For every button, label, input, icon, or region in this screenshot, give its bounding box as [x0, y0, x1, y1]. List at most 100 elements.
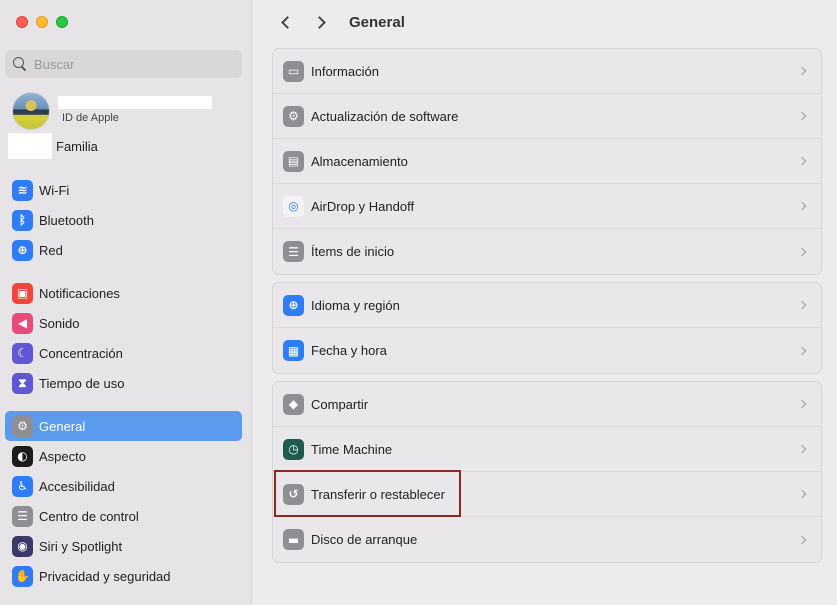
chevron-right-icon [797, 66, 807, 76]
globe-icon: ⊕ [283, 294, 304, 316]
sidebar-item-centro-de-control[interactable]: ☰ Centro de control [5, 501, 242, 531]
software-update-icon: ⚙ [283, 105, 304, 127]
reset-icon: ↺ [283, 483, 304, 505]
sidebar-item-notificaciones[interactable]: ▣ Notificaciones [5, 278, 242, 308]
settings-group-locale: ⊕ Idioma y región ▦ Fecha y hora [272, 282, 822, 374]
share-icon: ◆ [283, 393, 304, 415]
sidebar-notifications-group: ▣ Notificaciones ◀ Sonido ☾ Concentración ⧗ Tie… [5, 278, 242, 398]
sidebar-item-general[interactable]: ⚙ General [5, 411, 242, 441]
settings-row-informacion[interactable]: ▭ Información [273, 49, 821, 94]
forward-button[interactable] [309, 11, 333, 35]
sidebar-item-label: Siri y Spotlight [39, 538, 123, 554]
settings-row-label: Actualización de software [311, 108, 459, 124]
sidebar-item-bluetooth[interactable]: ᛒ Bluetooth [5, 205, 242, 235]
sidebar-item-label: Bluetooth [39, 212, 94, 228]
search-placeholder: Buscar [34, 56, 75, 72]
sidebar-item-label: Tiempo de uso [39, 375, 125, 391]
apple-id-account[interactable]: ID de Apple [12, 92, 212, 130]
minimize-window-button[interactable] [36, 16, 48, 28]
redacted-family-icon [8, 133, 52, 159]
list-icon: ☰ [283, 241, 304, 262]
sidebar-item-label: Concentración [39, 345, 123, 361]
sidebar-item-privacidad-y-seguridad[interactable]: ✋ Privacidad y seguridad [5, 561, 242, 591]
settings-row-label: Time Machine [311, 441, 393, 457]
sidebar-item-tiempo-de-uso[interactable]: ⧗ Tiempo de uso [5, 368, 242, 398]
bluetooth-icon: ᛒ [12, 209, 33, 231]
speaker-icon: ◀ [12, 312, 33, 334]
family-item[interactable]: Familia [8, 133, 98, 159]
chevron-right-icon [797, 399, 807, 409]
sidebar-item-wi-fi[interactable]: ≋ Wi-Fi [5, 175, 242, 205]
settings-row-items-de-inicio[interactable]: ☰ Ítems de inicio [273, 229, 821, 274]
sidebar-item-red[interactable]: ⊕ Red [5, 235, 242, 265]
settings-group-info: ▭ Información ⚙ Actualización de software ▤ A… [272, 48, 822, 275]
sidebar-item-label: Wi-Fi [39, 182, 70, 198]
chevron-right-icon [797, 535, 807, 544]
storage-icon: ▤ [283, 150, 304, 172]
back-button[interactable] [273, 11, 297, 35]
calendar-clock-icon: ▦ [283, 340, 304, 361]
settings-row-time-machine[interactable]: ◷ Time Machine [273, 427, 821, 472]
toolbar: General [253, 0, 837, 45]
apple-id-label: ID de Apple [62, 112, 119, 124]
sidebar-item-label: Sonido [39, 315, 80, 331]
settings-row-airdrop-y-handoff[interactable]: ◎ AirDrop y Handoff [273, 184, 821, 229]
sidebar-item-label: Privacidad y seguridad [39, 568, 171, 584]
chevron-right-icon [797, 247, 807, 256]
system-settings-window: Buscar ID de Apple Familia ≋ Wi-Fi ᛒ Blueto… [0, 0, 837, 605]
sidebar-item-aspecto[interactable]: ◐ Aspecto [5, 441, 242, 471]
chevron-right-icon [797, 201, 807, 211]
search-icon [12, 56, 28, 72]
page-title: General [349, 14, 405, 31]
moon-icon: ☾ [12, 342, 33, 364]
family-label: Familia [56, 138, 98, 154]
settings-row-label: Fecha y hora [311, 343, 387, 358]
settings-row-label: Información [311, 63, 379, 79]
hand-icon: ✋ [12, 565, 33, 587]
settings-row-label: Ítems de inicio [311, 244, 395, 259]
settings-row-fecha-y-hora[interactable]: ▦ Fecha y hora [273, 328, 821, 373]
airdrop-icon: ◎ [283, 195, 304, 217]
time-machine-icon: ◷ [283, 438, 304, 460]
search-input[interactable]: Buscar [5, 50, 242, 78]
settings-row-actualizacion-de-software[interactable]: ⚙ Actualización de software [273, 94, 821, 139]
chevron-left-icon [280, 16, 294, 29]
settings-row-transferir-o-restablecer[interactable]: ↺ Transferir o restablecer [273, 472, 821, 517]
sidebar-item-label: Aspecto [39, 448, 86, 464]
settings-row-label: Almacenamiento [311, 153, 408, 169]
settings-group-system: ◆ Compartir ◷ Time Machine ↺ Transferir o res… [272, 381, 822, 563]
sidebar-item-sonido[interactable]: ◀ Sonido [5, 308, 242, 338]
chevron-right-icon [797, 346, 807, 355]
chevron-right-icon [797, 444, 807, 454]
sidebar-system-group: ⚙ General ◐ Aspecto ♿ Accesibilidad ☰ Centro de… [5, 411, 242, 591]
settings-row-label: Transferir o restablecer [311, 486, 445, 502]
sidebar-network-group: ≋ Wi-Fi ᛒ Bluetooth ⊕ Red [5, 175, 242, 265]
siri-icon: ◉ [12, 535, 33, 557]
settings-row-compartir[interactable]: ◆ Compartir [273, 382, 821, 427]
settings-row-label: AirDrop y Handoff [311, 198, 415, 214]
bell-icon: ▣ [12, 282, 33, 304]
chevron-right-icon [797, 489, 807, 499]
window-controls [16, 16, 68, 28]
info-icon: ▭ [283, 60, 304, 82]
chevron-right-icon [312, 16, 326, 29]
settings-row-idioma-y-region[interactable]: ⊕ Idioma y región [273, 283, 821, 328]
chevron-right-icon [797, 156, 807, 166]
gear-icon: ⚙ [12, 415, 33, 437]
wifi-icon: ≋ [12, 179, 33, 201]
close-window-button[interactable] [16, 16, 28, 28]
settings-row-almacenamiento[interactable]: ▤ Almacenamiento [273, 139, 821, 184]
sidebar-item-siri-y-spotlight[interactable]: ◉ Siri y Spotlight [5, 531, 242, 561]
sidebar-item-label: Accesibilidad [39, 478, 115, 494]
settings-row-label: Disco de arranque [311, 532, 418, 547]
sidebar-item-accesibilidad[interactable]: ♿ Accesibilidad [5, 471, 242, 501]
redacted-account-name [58, 96, 212, 109]
settings-row-label: Idioma y región [311, 297, 400, 313]
main-content: General ▭ Información ⚙ Actualización de so… [253, 0, 837, 605]
sidebar-item-concentracion[interactable]: ☾ Concentración [5, 338, 242, 368]
avatar [12, 92, 50, 130]
zoom-window-button[interactable] [56, 16, 68, 28]
settings-row-disco-de-arranque[interactable]: ▬ Disco de arranque [273, 517, 821, 562]
settings-row-label: Compartir [311, 396, 369, 412]
sidebar-item-label: General [39, 418, 86, 434]
